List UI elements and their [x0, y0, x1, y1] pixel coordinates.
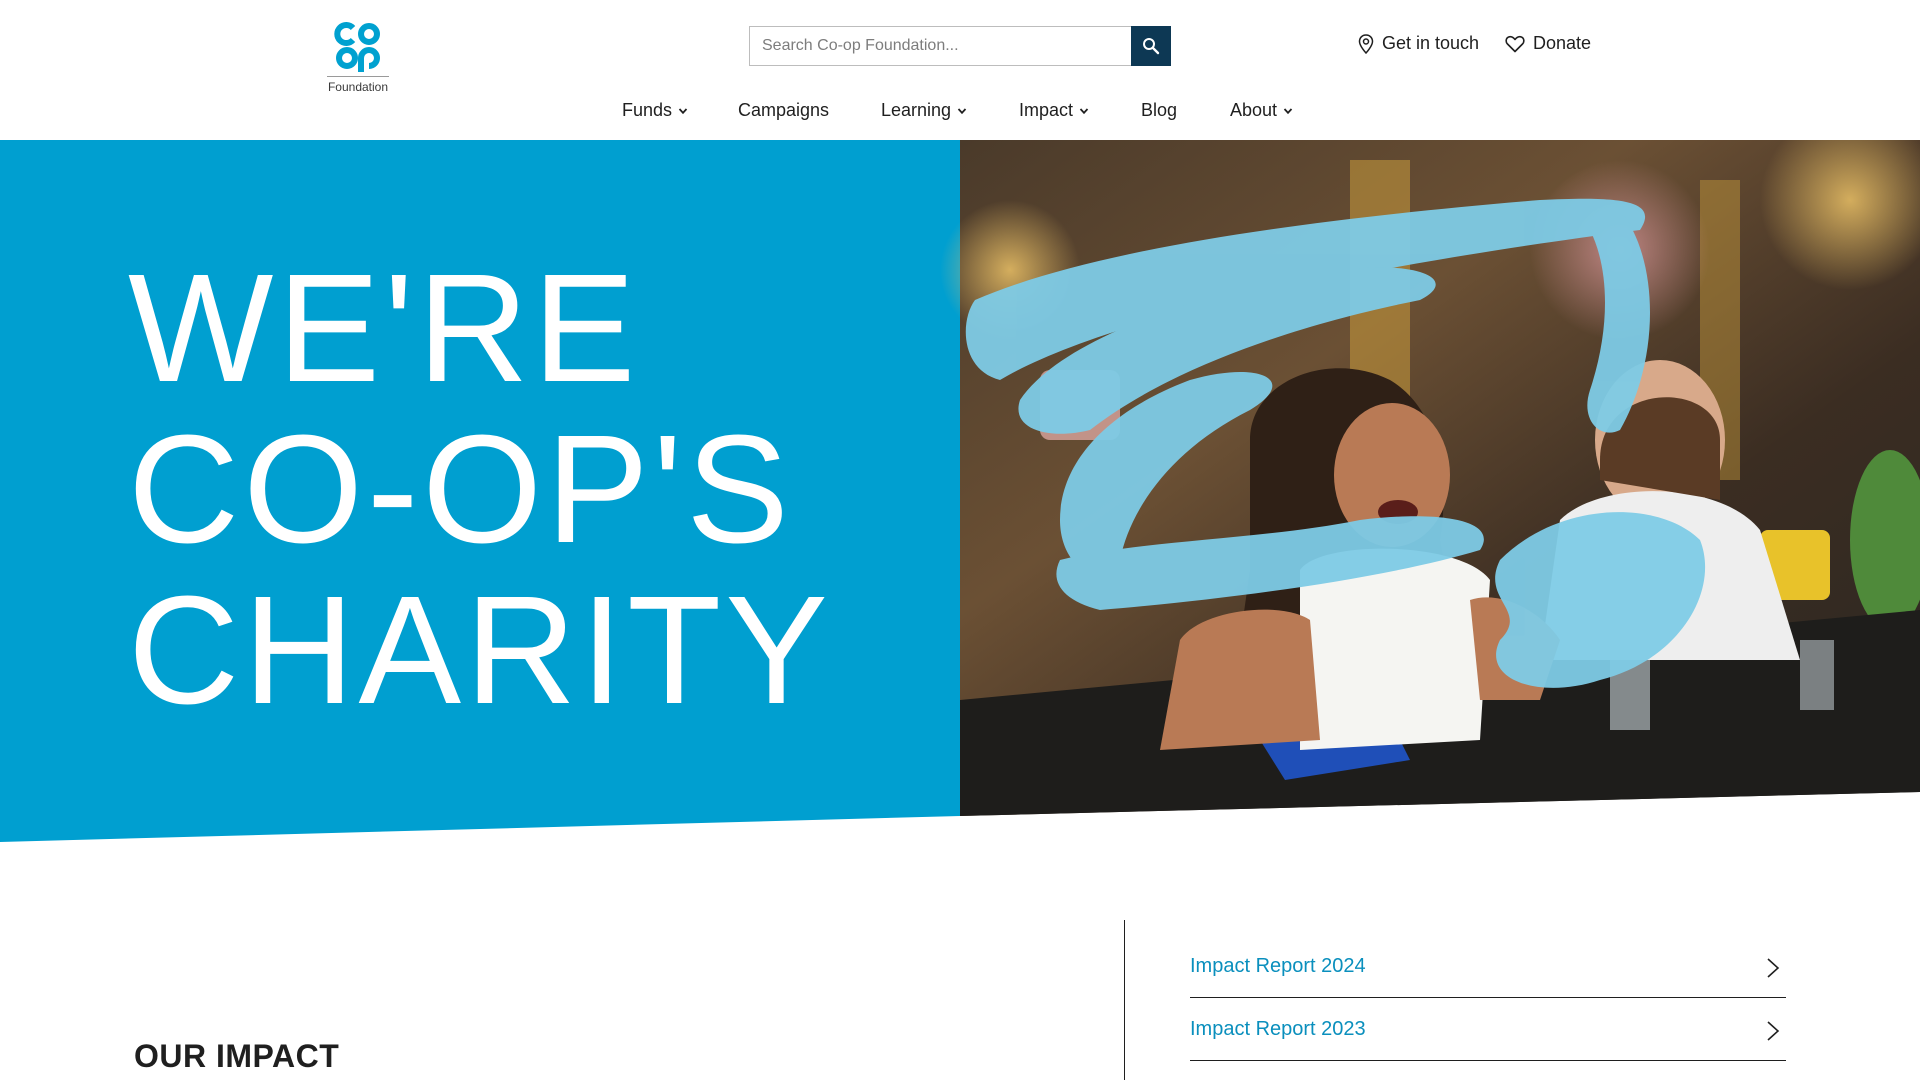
- hero-banner: WE'RE CO-OP'S CHARITY: [0, 140, 1920, 842]
- hero-heading-line: CHARITY: [128, 564, 832, 736]
- nav-item-label: Funds: [622, 100, 673, 120]
- hero-photo: [940, 140, 1920, 816]
- nav-item-label: Impact: [1019, 100, 1074, 120]
- chevron-right-icon: [1767, 958, 1780, 978]
- nav-item-impact[interactable]: Impact: [1019, 100, 1089, 121]
- nav-item-about[interactable]: About: [1230, 100, 1293, 121]
- heart-icon: [1505, 35, 1525, 52]
- search-button[interactable]: [1131, 26, 1171, 66]
- nav-item-label: Campaigns: [738, 100, 830, 120]
- section-divider: [1124, 920, 1125, 1080]
- coop-logo-icon: [334, 22, 380, 72]
- logo-divider: [327, 76, 389, 77]
- chevron-down-icon: [1079, 107, 1089, 114]
- nav-item-campaigns[interactable]: Campaigns: [738, 100, 829, 121]
- donate-link[interactable]: Donate: [1505, 33, 1591, 54]
- get-in-touch-link[interactable]: Get in touch: [1358, 33, 1479, 54]
- chevron-down-icon: [678, 107, 688, 114]
- logo-text: Foundation: [327, 80, 389, 94]
- nav-item-label: Learning: [881, 100, 952, 120]
- nav-item-label: Blog: [1141, 100, 1178, 120]
- nav-item-label: About: [1230, 100, 1278, 120]
- our-impact-heading: OUR IMPACT: [134, 1038, 340, 1074]
- nav-item-funds[interactable]: Funds: [622, 100, 688, 121]
- search-input[interactable]: [749, 26, 1131, 66]
- nav-item-blog[interactable]: Blog: [1141, 100, 1177, 121]
- impact-report-2023-link[interactable]: Impact Report 2023: [1190, 998, 1786, 1061]
- impact-report-list: Impact Report 2024 Impact Report 2023: [1190, 935, 1786, 1061]
- get-in-touch-label: Get in touch: [1382, 33, 1480, 53]
- impact-report-2024-link[interactable]: Impact Report 2024: [1190, 935, 1786, 998]
- coop-foundation-logo[interactable]: Foundation: [320, 20, 396, 98]
- report-link-label: Impact Report 2023: [1190, 1017, 1366, 1040]
- site-header: Foundation Get in touch Donate Funds Cam…: [0, 0, 1920, 140]
- donate-label: Donate: [1533, 33, 1592, 53]
- nav-item-learning[interactable]: Learning: [881, 100, 967, 121]
- hero-heading-line: WE'RE: [128, 242, 640, 414]
- report-link-label: Impact Report 2024: [1190, 954, 1366, 977]
- main-nav: Funds Campaigns Learning Impact Blog Abo…: [0, 100, 1920, 126]
- hero-heading-line: CO-OP'S: [128, 403, 793, 575]
- chevron-down-icon: [1283, 107, 1293, 114]
- search-bar: [749, 26, 1171, 66]
- hero-heading: WE'RE CO-OP'S CHARITY: [128, 248, 832, 731]
- location-pin-icon: [1358, 33, 1374, 54]
- search-icon: [1143, 38, 1160, 55]
- chevron-right-icon: [1767, 1021, 1780, 1041]
- chevron-down-icon: [957, 107, 967, 114]
